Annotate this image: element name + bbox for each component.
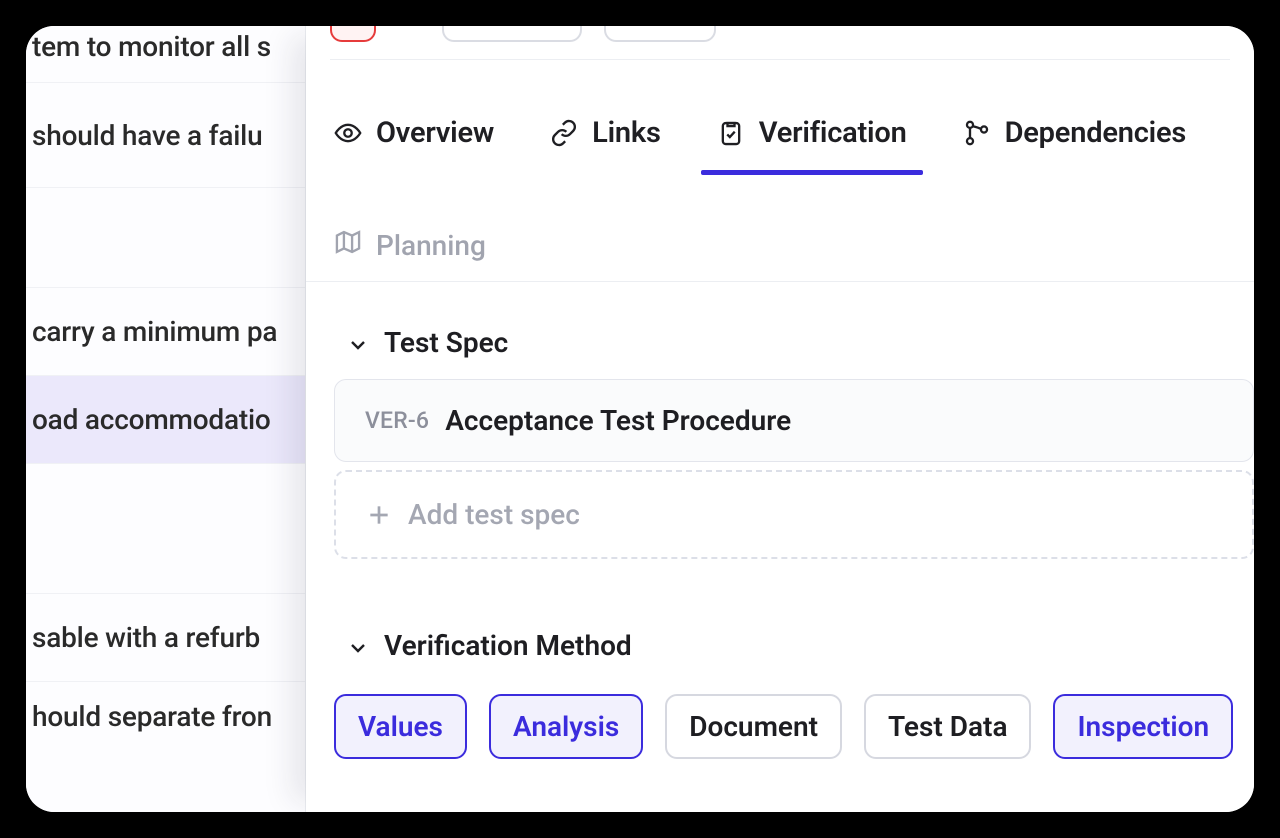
- planning-section-label: Planning: [306, 174, 1254, 282]
- add-test-spec-button[interactable]: Add test spec: [334, 470, 1254, 559]
- top-chip-row: [330, 26, 1230, 60]
- tab-label: Dependencies: [1005, 116, 1187, 150]
- chevron-down-icon: [346, 331, 370, 355]
- heading-text: Verification Method: [384, 629, 632, 662]
- pill-values[interactable]: Values: [334, 694, 467, 759]
- chevron-down-icon: [346, 634, 370, 658]
- chip-pill[interactable]: [604, 26, 716, 42]
- pill-test-data[interactable]: Test Data: [864, 694, 1031, 759]
- tab-label: Overview: [376, 116, 494, 150]
- chip-status[interactable]: [330, 26, 376, 42]
- app-window: tem to monitor all s should have a failu…: [26, 26, 1254, 812]
- tab-label: Links: [592, 116, 661, 150]
- verification-method-pills: Values Analysis Document Test Data Inspe…: [306, 694, 1254, 759]
- list-item[interactable]: sable with a refurb: [26, 593, 305, 681]
- list-item[interactable]: should have a failu: [26, 82, 305, 187]
- test-spec-item[interactable]: VER-6 Acceptance Test Procedure: [334, 379, 1254, 462]
- test-spec-title: Acceptance Test Procedure: [445, 404, 791, 437]
- plus-icon: [366, 502, 392, 528]
- tab-verification[interactable]: Verification: [717, 116, 907, 174]
- list-item[interactable]: hould separate fron: [26, 681, 305, 751]
- list-item[interactable]: [26, 463, 305, 593]
- map-icon: [334, 228, 362, 263]
- heading-text: Test Spec: [384, 326, 508, 359]
- detail-panel: Overview Links Verification: [306, 26, 1254, 812]
- pill-analysis[interactable]: Analysis: [489, 694, 643, 759]
- link-icon: [550, 119, 578, 147]
- add-test-spec-label: Add test spec: [408, 498, 580, 531]
- section-label-text: Planning: [376, 229, 486, 262]
- list-item[interactable]: carry a minimum pa: [26, 287, 305, 375]
- test-spec-heading[interactable]: Test Spec: [306, 282, 1254, 379]
- tab-dependencies[interactable]: Dependencies: [963, 116, 1187, 174]
- clipboard-check-icon: [717, 119, 745, 147]
- tab-links[interactable]: Links: [550, 116, 661, 174]
- test-spec-id: VER-6: [365, 407, 429, 434]
- verification-method-heading[interactable]: Verification Method: [306, 559, 1254, 682]
- pill-document[interactable]: Document: [665, 694, 842, 759]
- list-item-selected[interactable]: oad accommodatio: [26, 375, 305, 463]
- list-item[interactable]: tem to monitor all s: [26, 26, 305, 82]
- branch-icon: [963, 119, 991, 147]
- tab-label: Verification: [759, 116, 907, 150]
- tab-bar: Overview Links Verification: [306, 60, 1254, 174]
- chip-pill[interactable]: [442, 26, 582, 42]
- tab-overview[interactable]: Overview: [334, 116, 494, 174]
- requirements-list: tem to monitor all s should have a failu…: [26, 26, 306, 812]
- pill-inspection[interactable]: Inspection: [1053, 694, 1233, 759]
- list-item[interactable]: [26, 187, 305, 287]
- eye-icon: [334, 119, 362, 147]
